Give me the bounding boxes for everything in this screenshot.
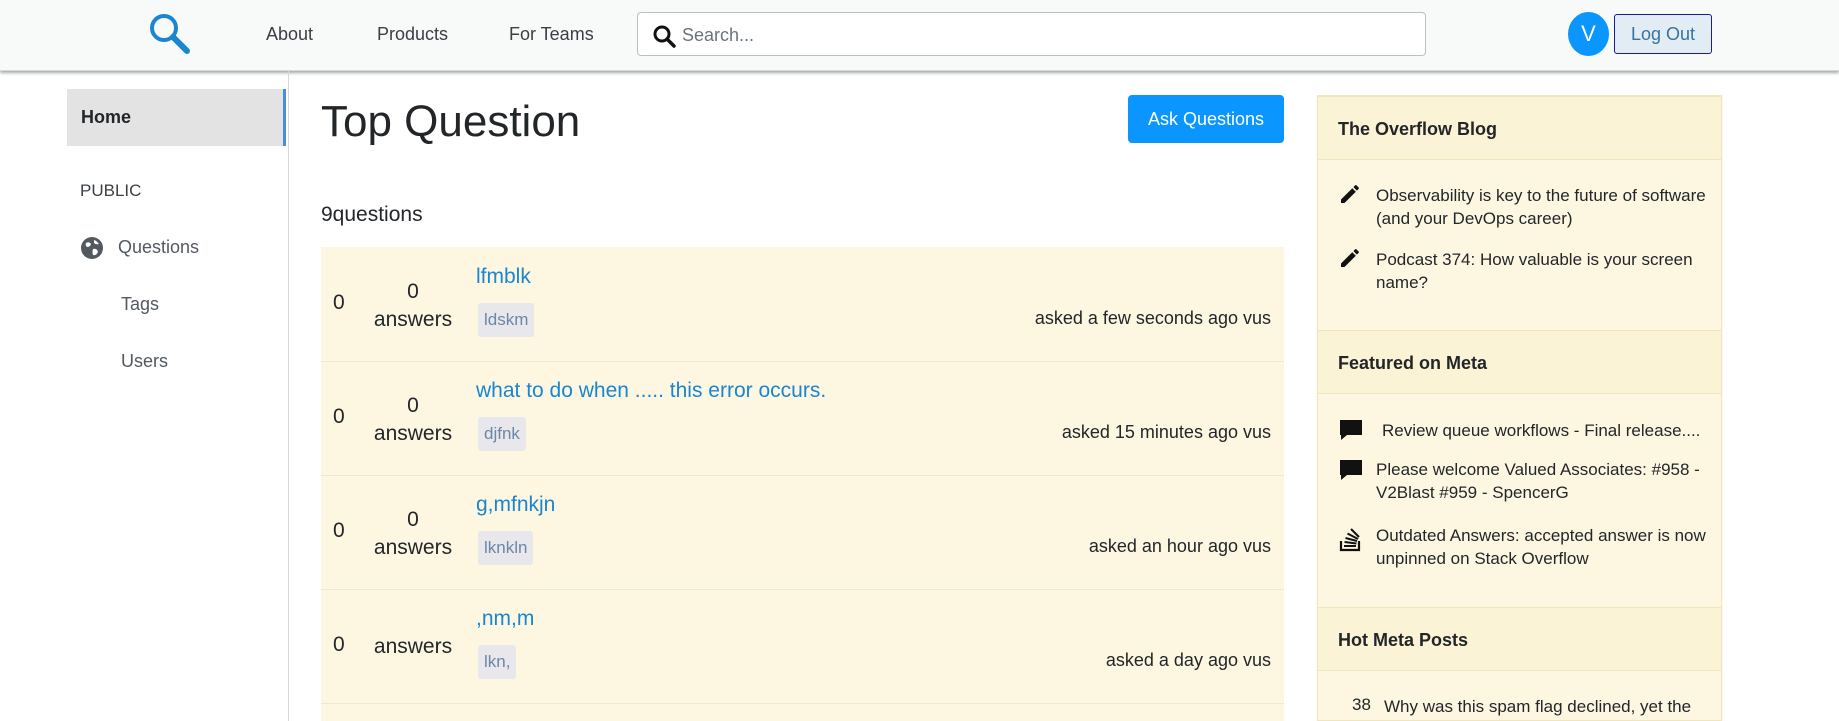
vote-count: 0 [333, 633, 345, 656]
sidebar-widget: The Overflow Blog Observability is key t… [1317, 95, 1722, 721]
ask-question-button[interactable]: Ask Questions [1128, 95, 1284, 143]
question-tag[interactable]: djfnk [478, 417, 526, 451]
pencil-icon [1341, 249, 1359, 267]
answer-count-number: 0 [407, 508, 419, 531]
question-count: 9questions [321, 203, 423, 226]
answer-count-number: 0 [407, 394, 419, 417]
meta-link[interactable]: Please welcome Valued Associates: #958 -… [1376, 458, 1706, 504]
question-title-link[interactable]: g,mfnkjn [476, 493, 555, 517]
asked-meta: asked 15 minutes ago vus [1061, 422, 1271, 442]
asked-meta: asked a day ago vus [1105, 650, 1271, 670]
answer-count: 0 answers [373, 506, 453, 562]
search-bar[interactable] [637, 12, 1426, 56]
nav-for-teams-link[interactable]: For Teams [509, 24, 594, 45]
meta-link[interactable]: Review queue workflows - Final release..… [1382, 419, 1712, 442]
sidebar-item-questions[interactable]: Questions [118, 237, 199, 258]
stack-icon [1339, 528, 1361, 552]
answer-count-label: answers [373, 635, 453, 658]
search-input[interactable] [680, 18, 1404, 52]
search-logo-icon[interactable] [147, 11, 193, 57]
question-title-link[interactable]: lfmblk [476, 265, 531, 289]
question-title-link[interactable]: what to do when ..... this error occurs. [476, 379, 826, 403]
question-tag[interactable]: lknkln [478, 531, 534, 565]
search-icon [653, 25, 676, 48]
meta-header: Featured on Meta [1318, 330, 1721, 394]
nav-products-link[interactable]: Products [377, 24, 448, 45]
sidebar-item-home[interactable]: Home [67, 89, 286, 146]
hot-meta-header: Hot Meta Posts [1318, 607, 1721, 671]
globe-icon [81, 237, 103, 259]
sidebar-item-tags[interactable]: Tags [121, 294, 159, 315]
answer-count: 0 answers [373, 278, 453, 334]
question-row: 0 0 answers lfmblk ldskm asked a few sec… [321, 247, 1284, 362]
vote-count: 0 [333, 291, 345, 314]
meta-link[interactable]: Outdated Answers: accepted answer is now… [1376, 524, 1706, 570]
comment-icon [1340, 460, 1362, 480]
question-row: 0 0 answers what to do when ..... this e… [321, 361, 1284, 476]
asked-meta: asked a few seconds ago vus [1034, 308, 1271, 328]
nav-about-link[interactable]: About [266, 24, 313, 45]
comment-icon [1340, 420, 1362, 440]
blog-link[interactable]: Observability is key to the future of so… [1376, 184, 1706, 230]
page-title: Top Question [321, 97, 581, 146]
hot-post-count: 38 [1352, 695, 1371, 714]
question-tag[interactable]: lkn, [478, 645, 517, 679]
answer-count: answers [373, 633, 453, 661]
sidebar-item-users[interactable]: Users [121, 351, 168, 372]
question-list: 0 0 answers lfmblk ldskm asked a few sec… [321, 247, 1284, 721]
left-sidebar: Home PUBLIC Questions Tags Users [0, 71, 289, 721]
sidebar-section-public: PUBLIC [80, 181, 142, 200]
vote-count: 0 [333, 519, 345, 542]
asked-meta: asked an hour ago vus [1088, 536, 1271, 556]
answer-count-number: 0 [407, 280, 419, 303]
answer-count-label: answers [373, 308, 453, 331]
question-title-link[interactable]: ,nm,m [476, 607, 534, 631]
pencil-icon [1341, 185, 1359, 203]
question-row: 0 0 answers g,mfnkjn lknkln asked an hou… [321, 475, 1284, 590]
vote-count: 0 [333, 405, 345, 428]
blog-link[interactable]: Podcast 374: How valuable is your screen… [1376, 248, 1706, 294]
blog-header: The Overflow Blog [1318, 96, 1721, 160]
user-avatar[interactable]: V [1568, 12, 1609, 56]
hot-post-link[interactable]: Why was this spam flag declined, yet the [1384, 695, 1714, 718]
top-bar: About Products For Teams V Log Out [0, 0, 1839, 71]
log-out-button[interactable]: Log Out [1614, 14, 1712, 54]
answer-count: 0 answers [373, 392, 453, 448]
question-tag[interactable]: ldskm [478, 303, 535, 337]
answer-count-label: answers [373, 536, 453, 559]
question-row: 0 answers ,nm,m lkn, asked a day ago vus [321, 589, 1284, 704]
answer-count-label: answers [373, 422, 453, 445]
